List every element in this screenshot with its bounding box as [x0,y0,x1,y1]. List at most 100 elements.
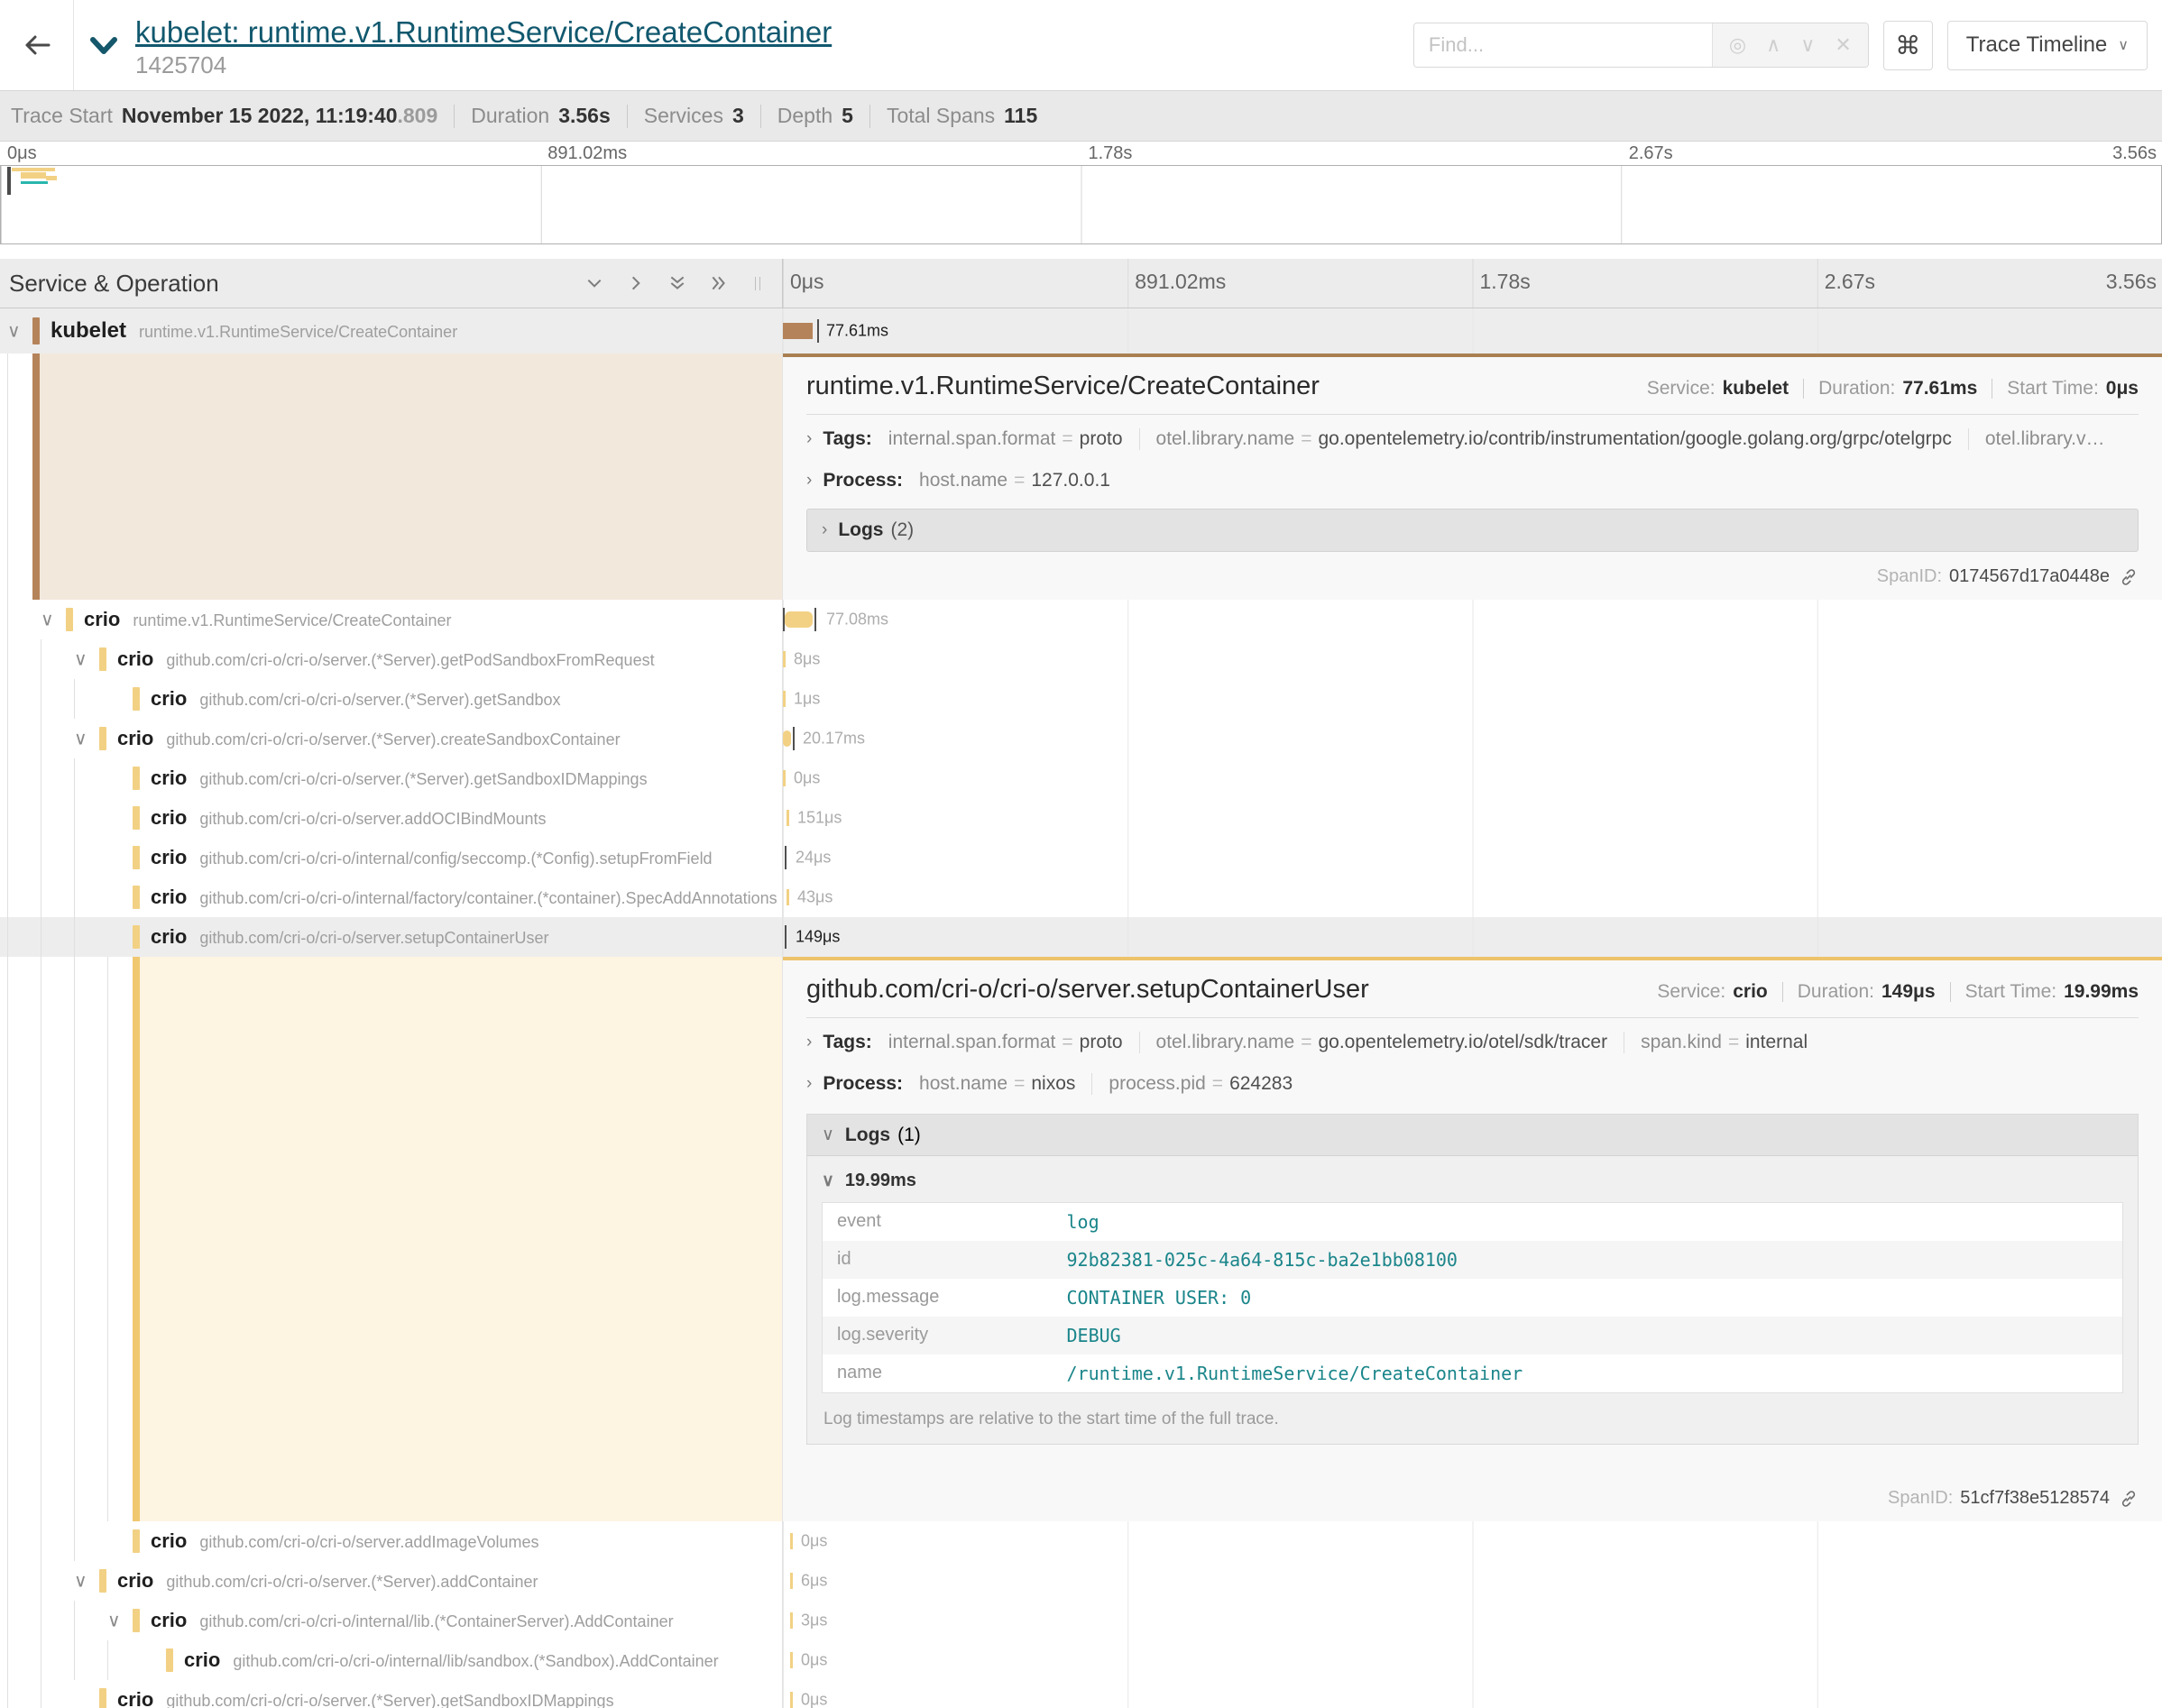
span-timeline-cell[interactable]: 1μs [783,679,2162,719]
link-icon[interactable] [2119,567,2139,587]
span-labels: criogithub.com/cri-o/cri-o/internal/fact… [151,886,777,909]
span-timeline-cell[interactable]: 0μs [783,1521,2162,1561]
log-marker-tick [785,846,787,869]
minimap-scrubber-handle[interactable] [7,167,11,195]
span-labels: kubeletruntime.v1.RuntimeService/CreateC… [51,318,457,344]
span-row[interactable]: criogithub.com/cri-o/cri-o/server.setupC… [0,917,2162,957]
span-row[interactable]: ∨crioruntime.v1.RuntimeService/CreateCon… [0,600,2162,639]
logs-toggle-expanded[interactable]: ∨ Logs(1) [807,1115,2138,1156]
stat-duration: Duration3.56s [471,104,611,128]
span-row[interactable]: criogithub.com/cri-o/cri-o/server.(*Serv… [0,758,2162,798]
duration-label: 8μs [794,650,820,669]
clear-find-icon[interactable]: ✕ [1835,33,1851,57]
span-timeline-cell[interactable]: 24μs [783,838,2162,877]
span-row[interactable]: criogithub.com/cri-o/cri-o/internal/fact… [0,877,2162,917]
span-row[interactable]: ∨ criogithub.com/cri-o/cri-o/server.(*Ser… [0,639,2162,679]
span-row[interactable]: ∨criogithub.com/cri-o/cri-o/internal/lib… [0,1601,2162,1640]
span-name-cell[interactable]: criogithub.com/cri-o/cri-o/server.addOCI… [0,798,783,838]
process-row[interactable]: › Process: host.name=127.0.0.1 [806,460,2139,501]
span-timeline-cell[interactable]: 77.61ms [783,308,2162,354]
tags-row[interactable]: › Tags: internal.span.format=proto otel.… [806,418,2139,460]
indent-guide [7,877,8,917]
back-button[interactable] [0,0,74,90]
span-row[interactable]: criogithub.com/cri-o/cri-o/server.(*Serv… [0,679,2162,719]
chevron-down-icon[interactable]: ∨ [74,648,87,671]
service-name: crio [184,1648,220,1671]
span-row[interactable]: ∨criogithub.com/cri-o/cri-o/server.(*Ser… [0,1561,2162,1601]
span-timeline-cell[interactable]: 6μs [783,1561,2162,1601]
span-name-cell[interactable]: ∨ criogithub.com/cri-o/cri-o/server.(*Ser… [0,639,783,679]
span-name-cell[interactable]: ∨ kubeletruntime.v1.RuntimeService/Create… [0,308,783,354]
span-name-cell[interactable]: ∨criogithub.com/cri-o/cri-o/server.(*Ser… [0,719,783,758]
span-row[interactable]: ∨criogithub.com/cri-o/cri-o/server.(*Ser… [0,719,2162,758]
collapse-one-icon[interactable] [585,274,603,292]
span-name-cell[interactable]: criogithub.com/cri-o/cri-o/internal/lib/… [0,1640,783,1680]
column-resize-grip[interactable] [755,277,760,290]
expand-one-icon[interactable] [627,274,645,292]
service-name: crio [151,806,187,829]
span-row[interactable]: criogithub.com/cri-o/cri-o/server.addOCI… [0,798,2162,838]
span-timeline-cell[interactable]: 0μs [783,1640,2162,1680]
span-timeline-cell[interactable]: 3μs [783,1601,2162,1640]
span-id-value: 0174567d17a0448e [1949,566,2110,587]
span-timeline-cell[interactable]: 0μs [783,758,2162,798]
chevron-down-icon[interactable]: ∨ [41,609,54,631]
span-name-cell[interactable]: criogithub.com/cri-o/cri-o/server.setupC… [0,917,783,957]
trace-id: 1425704 [135,51,1413,79]
span-name-cell[interactable]: criogithub.com/cri-o/cri-o/server.(*Serv… [0,1680,783,1708]
expand-all-icon[interactable] [710,274,728,292]
collapse-all-icon[interactable] [668,274,686,292]
log-entry-toggle[interactable]: ∨ 19.99ms [822,1160,2123,1202]
link-icon[interactable] [2119,1489,2139,1509]
span-row[interactable]: criogithub.com/cri-o/cri-o/internal/lib/… [0,1640,2162,1680]
chevron-down-icon[interactable]: ∨ [107,1610,121,1632]
process-row[interactable]: › Process: host.name=nixos process.pid=6… [806,1063,2139,1105]
stat-services: Services3 [644,104,744,128]
keyboard-shortcuts-button[interactable]: ⌘ [1883,21,1933,70]
span-name-cell[interactable]: criogithub.com/cri-o/cri-o/internal/fact… [0,877,783,917]
timeline-tick: 3.56s [2106,270,2157,294]
operation-name: github.com/cri-o/cri-o/server.(*Server).… [166,651,654,669]
span-name-cell[interactable]: criogithub.com/cri-o/cri-o/server.(*Serv… [0,679,783,719]
chevron-down-icon[interactable]: ∨ [74,728,87,750]
span-duration-bar [790,1652,793,1668]
find-input[interactable] [1414,23,1712,67]
trace-minimap[interactable] [0,165,2162,244]
span-name-cell[interactable]: ∨criogithub.com/cri-o/cri-o/server.(*Ser… [0,1561,783,1601]
span-name-cell[interactable]: ∨crioruntime.v1.RuntimeService/CreateCon… [0,600,783,639]
collapse-trace-chevron[interactable] [88,35,119,61]
span-timeline-cell[interactable]: 151μs [783,798,2162,838]
span-duration-bar [790,1612,793,1629]
span-timeline-cell[interactable]: 20.17ms [783,719,2162,758]
chevron-down-icon[interactable]: ∨ [7,320,21,343]
timeline-tick: 1.78s [1480,270,1531,294]
minimap-span-bar [46,176,57,180]
locate-match-icon[interactable]: ◎ [1729,33,1746,57]
span-row[interactable]: ∨ kubeletruntime.v1.RuntimeService/Create… [0,308,2162,354]
span-row[interactable]: criogithub.com/cri-o/cri-o/server.(*Serv… [0,1680,2162,1708]
next-match-icon[interactable]: ∨ [1800,33,1815,57]
tags-row[interactable]: › Tags: internal.span.format=proto otel.… [806,1022,2139,1063]
span-row[interactable]: criogithub.com/cri-o/cri-o/server.addIma… [0,1521,2162,1561]
span-timeline-cell[interactable]: 149μs [783,917,2162,957]
span-name-cell[interactable]: criogithub.com/cri-o/cri-o/server.(*Serv… [0,758,783,798]
span-timeline-cell[interactable]: 0μs [783,1680,2162,1708]
trace-view-select[interactable]: Trace Timeline ∨ [1947,21,2148,70]
prev-match-icon[interactable]: ∧ [1766,33,1780,57]
span-name-cell[interactable]: criogithub.com/cri-o/cri-o/server.addIma… [0,1521,783,1561]
trace-title-link[interactable]: kubelet: runtime.v1.RuntimeService/Creat… [135,15,1413,50]
chevron-down-icon[interactable]: ∨ [74,1570,87,1593]
span-name-cell[interactable]: ∨criogithub.com/cri-o/cri-o/internal/lib… [0,1601,783,1640]
log-marker-tick [785,925,787,949]
span-color-bar [133,767,140,790]
span-name-cell[interactable]: criogithub.com/cri-o/cri-o/internal/conf… [0,838,783,877]
detail-start-time: 19.99ms [2064,981,2139,1003]
span-labels: criogithub.com/cri-o/cri-o/server.(*Serv… [117,647,655,671]
span-timeline-cell[interactable]: 8μs [783,639,2162,679]
span-detail-panel: runtime.v1.RuntimeService/CreateContaine… [783,354,2162,600]
operation-name: github.com/cri-o/cri-o/server.(*Server).… [166,730,620,748]
span-timeline-cell[interactable]: 77.08ms [783,600,2162,639]
span-timeline-cell[interactable]: 43μs [783,877,2162,917]
logs-toggle-collapsed[interactable]: › Logs(2) [806,509,2139,552]
span-row[interactable]: criogithub.com/cri-o/cri-o/internal/conf… [0,838,2162,877]
